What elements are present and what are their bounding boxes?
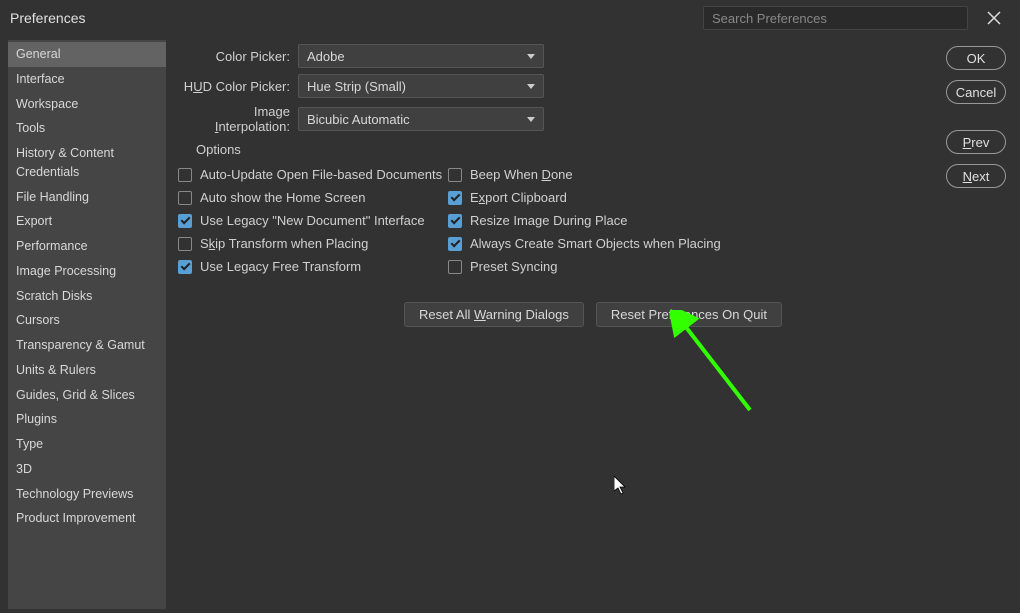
sidebar-item-scratch-disks[interactable]: Scratch Disks [8,284,166,309]
sidebar-item-file-handling[interactable]: File Handling [8,185,166,210]
prev-button[interactable]: Prev [946,130,1006,154]
checkbox-label: Use Legacy "New Document" Interface [200,213,425,228]
side-buttons: OK Cancel Prev Next [946,46,1006,188]
checkbox-label: Use Legacy Free Transform [200,259,361,274]
cancel-button[interactable]: Cancel [946,80,1006,104]
checkbox-label: Auto show the Home Screen [200,190,365,205]
titlebar: Preferences [0,0,1020,36]
reset-warnings-button[interactable]: Reset All Warning Dialogs [404,302,584,327]
sidebar-item-3d[interactable]: 3D [8,457,166,482]
action-row: Reset All Warning Dialogs Reset Preferen… [178,302,1008,327]
checkbox-label: Resize Image During Place [470,213,628,228]
checkbox-box [448,260,462,274]
checkbox-box [178,260,192,274]
options-header: Options [196,142,1008,157]
checkbox-left-0[interactable]: Auto-Update Open File-based Documents [178,163,448,186]
label-hud-color-picker: HUD Color Picker: [178,79,298,94]
checkbox-box [448,214,462,228]
main-panel: Color Picker: Adobe HUD Color Picker: Hu… [166,36,1020,613]
reset-preferences-on-quit-button[interactable]: Reset Preferences On Quit [596,302,782,327]
checkbox-label: Preset Syncing [470,259,557,274]
sidebar-item-transparency-gamut[interactable]: Transparency & Gamut [8,333,166,358]
close-icon [987,11,1001,25]
sidebar-item-cursors[interactable]: Cursors [8,308,166,333]
sidebar: GeneralInterfaceWorkspaceToolsHistory & … [8,40,166,609]
checkbox-box [178,168,192,182]
checkbox-right-2[interactable]: Resize Image During Place [448,209,738,232]
dropdown-image-interpolation[interactable]: Bicubic Automatic [298,107,544,131]
checkbox-box [448,237,462,251]
checkbox-box [178,191,192,205]
options-section: Options Auto-Update Open File-based Docu… [178,142,1008,278]
checkbox-box [178,214,192,228]
sidebar-item-export[interactable]: Export [8,209,166,234]
sidebar-item-guides-grid-slices[interactable]: Guides, Grid & Slices [8,383,166,408]
sidebar-item-history-content-credentials[interactable]: History & Content Credentials [8,141,166,185]
checkbox-right-3[interactable]: Always Create Smart Objects when Placing [448,232,738,255]
checkbox-left-4[interactable]: Use Legacy Free Transform [178,255,448,278]
checkbox-box [448,191,462,205]
chevron-down-icon [527,117,535,122]
row-color-picker: Color Picker: Adobe [178,44,1008,68]
checkbox-right-1[interactable]: Export Clipboard [448,186,738,209]
sidebar-item-units-rulers[interactable]: Units & Rulers [8,358,166,383]
next-button[interactable]: Next [946,164,1006,188]
checkbox-right-0[interactable]: Beep When Done [448,163,738,186]
row-image-interpolation: Image Interpolation: Bicubic Automatic [178,104,1008,134]
checkbox-left-1[interactable]: Auto show the Home Screen [178,186,448,209]
sidebar-item-image-processing[interactable]: Image Processing [8,259,166,284]
checkbox-box [178,237,192,251]
sidebar-item-technology-previews[interactable]: Technology Previews [8,482,166,507]
checkbox-label: Skip Transform when Placing [200,236,368,251]
sidebar-item-performance[interactable]: Performance [8,234,166,259]
window-title: Preferences [10,10,85,26]
label-color-picker: Color Picker: [178,49,298,64]
label-image-interpolation: Image Interpolation: [178,104,298,134]
sidebar-item-type[interactable]: Type [8,432,166,457]
chevron-down-icon [527,84,535,89]
checkbox-left-2[interactable]: Use Legacy "New Document" Interface [178,209,448,232]
checkbox-box [448,168,462,182]
search-input[interactable] [703,6,968,30]
dropdown-hud-color-picker[interactable]: Hue Strip (Small) [298,74,544,98]
checkbox-right-4[interactable]: Preset Syncing [448,255,738,278]
row-hud-color-picker: HUD Color Picker: Hue Strip (Small) [178,74,1008,98]
checkbox-label: Auto-Update Open File-based Documents [200,167,442,182]
dropdown-color-picker[interactable]: Adobe [298,44,544,68]
chevron-down-icon [527,54,535,59]
sidebar-item-tools[interactable]: Tools [8,116,166,141]
sidebar-item-general[interactable]: General [8,42,166,67]
sidebar-item-interface[interactable]: Interface [8,67,166,92]
sidebar-item-workspace[interactable]: Workspace [8,92,166,117]
ok-button[interactable]: OK [946,46,1006,70]
checkbox-label: Always Create Smart Objects when Placing [470,236,721,251]
sidebar-item-product-improvement[interactable]: Product Improvement [8,506,166,531]
checkbox-label: Export Clipboard [470,190,567,205]
checkbox-label: Beep When Done [470,167,573,182]
sidebar-item-plugins[interactable]: Plugins [8,407,166,432]
close-button[interactable] [978,2,1010,34]
checkbox-left-3[interactable]: Skip Transform when Placing [178,232,448,255]
